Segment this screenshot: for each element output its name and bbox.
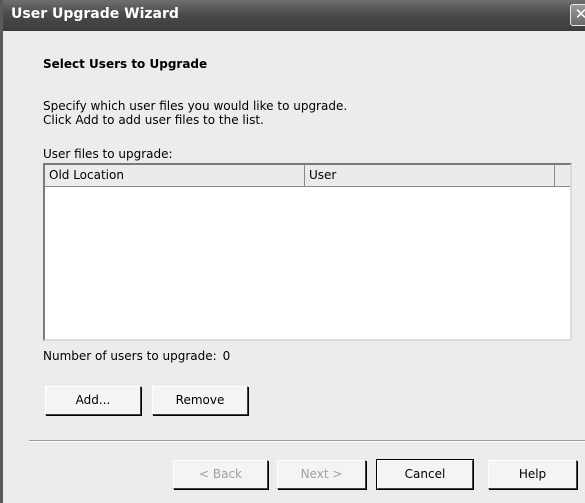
title-bar[interactable]: User Upgrade Wizard ✕: [3, 0, 585, 31]
user-files-label: User files to upgrade:: [43, 147, 173, 161]
description-line-1: Specify which user files you would like …: [43, 99, 348, 113]
column-header-old-location[interactable]: Old Location: [45, 165, 305, 186]
footer-separator: [29, 440, 585, 442]
page-description: Specify which user files you would like …: [43, 99, 347, 127]
wizard-window: User Upgrade Wizard ✕ Select Users to Up…: [0, 0, 585, 503]
user-count-value: 0: [222, 349, 231, 363]
cancel-button[interactable]: Cancel: [376, 459, 474, 490]
back-button[interactable]: < Back: [173, 460, 268, 489]
user-count: Number of users to upgrade: 0: [43, 349, 230, 363]
window-title: User Upgrade Wizard: [11, 6, 179, 22]
add-button[interactable]: Add...: [45, 386, 141, 415]
user-count-label: Number of users to upgrade:: [43, 349, 217, 363]
column-header-user[interactable]: User: [305, 165, 555, 186]
remove-button[interactable]: Remove: [152, 386, 248, 415]
next-button[interactable]: Next >: [277, 460, 366, 489]
page-heading: Select Users to Upgrade: [43, 57, 208, 71]
help-button[interactable]: Help: [488, 460, 577, 489]
close-button[interactable]: ✕: [570, 4, 585, 26]
description-line-2: Click Add to add user files to the list.: [43, 113, 264, 127]
list-header: Old Location User: [45, 165, 570, 187]
close-icon: ✕: [574, 5, 585, 23]
user-files-list[interactable]: Old Location User: [43, 163, 572, 341]
